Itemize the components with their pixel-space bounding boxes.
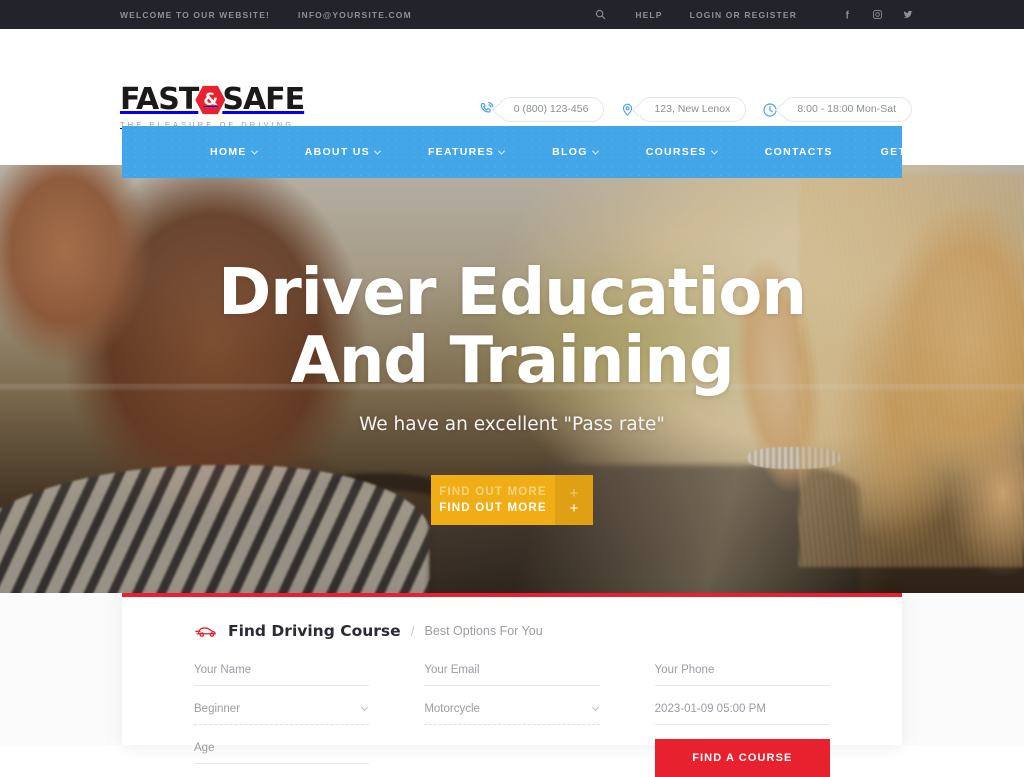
login-register-link[interactable]: LOGIN OR REGISTER (690, 10, 797, 20)
facebook-icon[interactable] (842, 9, 853, 20)
cta-label-wrap: FIND OUT MORE FIND OUT MORE (431, 475, 555, 525)
panel-left-gutter (0, 593, 122, 745)
top-bar-right: HELP LOGIN OR REGISTER (595, 0, 914, 29)
nav-label: FEATURES (427, 146, 495, 158)
hero-title: Driver Education And Training (218, 259, 807, 398)
contact-address[interactable]: 123, New Lenox (620, 97, 747, 122)
contact-phone[interactable]: 0 (800) 123-456 (478, 97, 605, 122)
contact-phone-value: 0 (800) 123-456 (497, 97, 605, 122)
top-bar: WELCOME TO OUR WEBSITE! INFO@YOURSITE.CO… (0, 0, 1024, 29)
nav-label: HOME (210, 146, 247, 158)
form-subtitle: Best Options For You (424, 624, 543, 638)
nav-label: GET STARTED! (880, 146, 974, 158)
nav-item-about-us[interactable]: ABOUT US (281, 146, 404, 158)
chevron-down-icon (250, 147, 258, 155)
form-title-separator: / (410, 623, 415, 639)
help-link[interactable]: HELP (635, 10, 662, 20)
nav-item-get-started[interactable]: GET STARTED! (857, 146, 997, 158)
nav-label: ABOUT US (304, 146, 370, 158)
chevron-down-icon (710, 147, 718, 155)
hero-title-line-1: Driver Education (218, 256, 807, 330)
header-contact-info: 0 (800) 123-456 123, New Lenox 8:00 - 18… (478, 97, 912, 122)
form-title: Find Driving Course (228, 622, 401, 640)
search-icon[interactable] (595, 9, 606, 20)
site-header: FAST & SAFE THE PLEASURE OF DRIVING 0 (8… (0, 29, 1024, 130)
instagram-icon[interactable] (872, 9, 883, 20)
nav-item-features[interactable]: FEATURES (404, 146, 528, 158)
chevron-down-icon (591, 147, 599, 155)
logo-text-safe: SAFE (222, 82, 305, 117)
plus-icon: + + (555, 474, 593, 525)
hero-section: Driver Education And Training We have an… (0, 165, 1024, 593)
email-input[interactable] (424, 659, 600, 686)
chevron-down-icon (498, 147, 506, 155)
logo-wordmark: FAST & SAFE (120, 82, 305, 117)
contact-address-value: 123, New Lenox (638, 97, 747, 122)
social-links (842, 9, 914, 20)
chevron-down-icon (373, 147, 381, 155)
phone-field-wrap (654, 659, 830, 686)
main-navigation: HOME ABOUT US FEATURES BLOG COURSES CONT… (122, 126, 972, 178)
logo-hex-ampersand: & (195, 85, 226, 115)
nav-item-blog[interactable]: BLOG (528, 146, 622, 158)
datetime-field-wrap (654, 698, 830, 725)
form-fields-grid: Beginner Motorcycle (122, 659, 902, 777)
hero-content: Driver Education And Training We have an… (0, 165, 1024, 593)
datetime-input[interactable] (654, 698, 830, 725)
form-column-3: FIND A COURSE (654, 659, 830, 777)
find-out-more-button[interactable]: FIND OUT MORE FIND OUT MORE + + (431, 474, 593, 525)
twitter-icon[interactable] (902, 9, 914, 20)
hero-title-line-2: And Training (290, 323, 734, 398)
nav-label: CONTACTS (764, 146, 833, 158)
age-field-wrap (194, 737, 370, 764)
car-icon (194, 624, 219, 638)
nav-item-contacts[interactable]: CONTACTS (741, 146, 857, 158)
vehicle-field-wrap: Motorcycle (424, 698, 600, 725)
top-bar-left: WELCOME TO OUR WEBSITE! INFO@YOURSITE.CO… (120, 10, 412, 20)
name-field-wrap (194, 659, 370, 686)
nav-item-home[interactable]: HOME (186, 146, 281, 158)
nav-label: COURSES (645, 146, 707, 158)
form-column-1: Beginner (194, 659, 370, 777)
form-header: Find Driving Course / Best Options For Y… (122, 597, 902, 640)
hero-subtitle: We have an excellent "Pass rate" (359, 413, 665, 435)
contact-hours-value: 8:00 - 18:00 Mon-Sat (781, 97, 912, 122)
nav-label: BLOG (552, 146, 588, 158)
contact-hours[interactable]: 8:00 - 18:00 Mon-Sat (762, 97, 912, 122)
name-input[interactable] (194, 659, 370, 686)
age-input[interactable] (194, 737, 370, 764)
logo-text-fast: FAST (120, 82, 199, 117)
site-logo[interactable]: FAST & SAFE THE PLEASURE OF DRIVING (120, 82, 305, 130)
panel-right-gutter (902, 593, 1024, 745)
nav-items: HOME ABOUT US FEATURES BLOG COURSES CONT… (122, 146, 997, 158)
email-link[interactable]: INFO@YOURSITE.COM (298, 10, 412, 20)
nav-item-courses[interactable]: COURSES (622, 146, 741, 158)
email-field-wrap (424, 659, 600, 686)
level-field-wrap: Beginner (194, 698, 370, 725)
level-select[interactable]: Beginner (194, 698, 370, 725)
vehicle-select[interactable]: Motorcycle (424, 698, 600, 725)
form-column-2: Motorcycle (424, 659, 600, 777)
welcome-text: WELCOME TO OUR WEBSITE! (120, 9, 271, 20)
find-driving-course-panel: Find Driving Course / Best Options For Y… (122, 593, 902, 777)
cta-label: FIND OUT MORE (439, 501, 547, 514)
cta-label-ghost: FIND OUT MORE (439, 485, 547, 498)
phone-input[interactable] (654, 659, 830, 686)
